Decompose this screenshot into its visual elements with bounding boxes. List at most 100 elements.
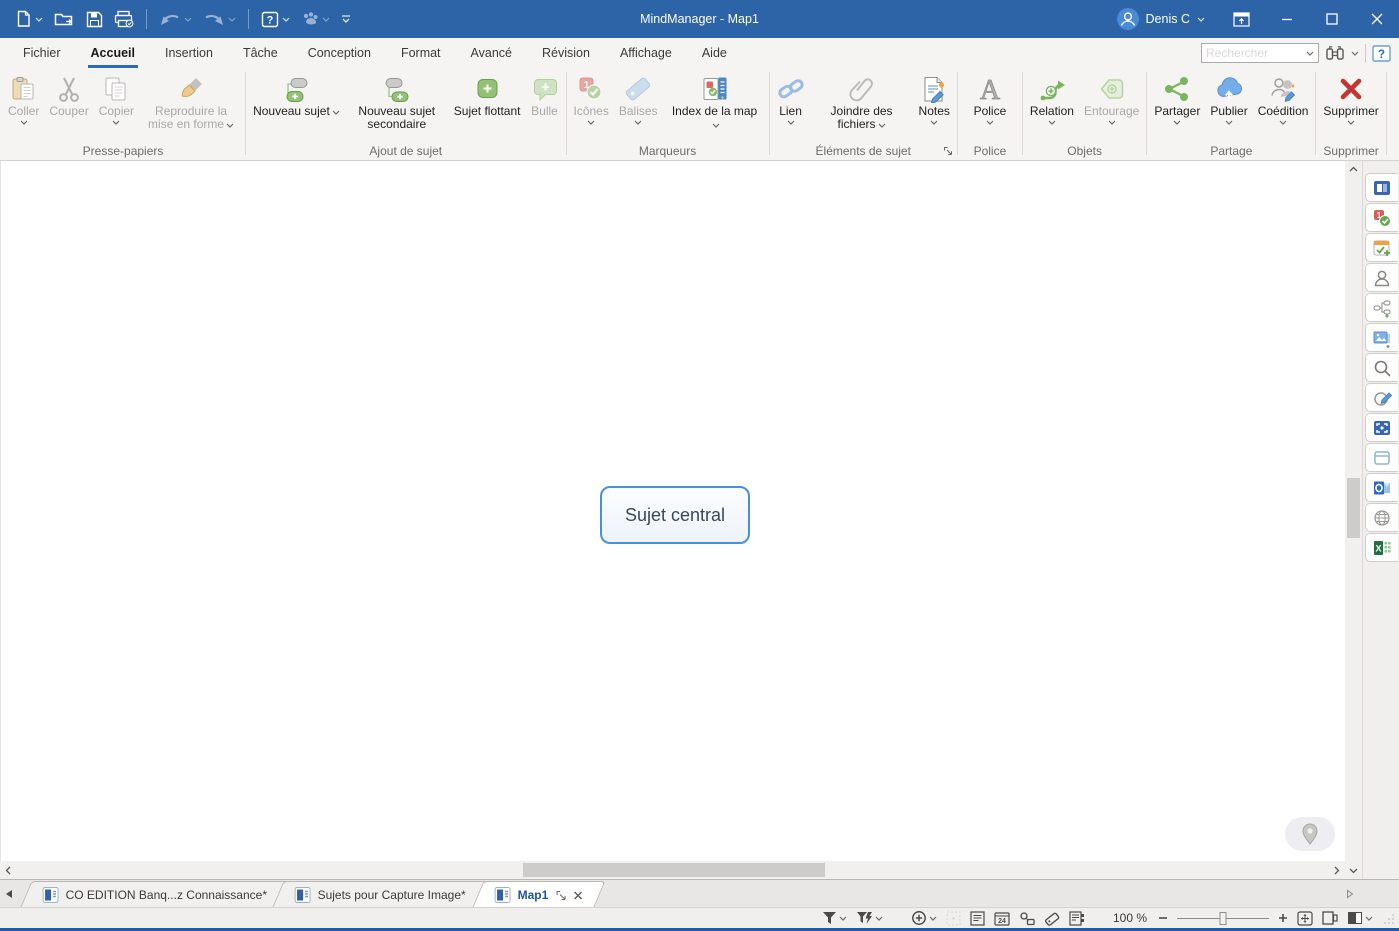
entourage-button[interactable]: Entourage (1080, 70, 1143, 143)
tab-revision[interactable]: Révision (527, 38, 605, 68)
tab-tache[interactable]: Tâche (228, 38, 293, 68)
scroll-down-icon[interactable] (1345, 863, 1362, 879)
ribbon-display-options-button[interactable] (1219, 0, 1264, 38)
coedition-button[interactable]: Coédition (1254, 70, 1313, 143)
elements-button[interactable] (1019, 911, 1035, 926)
redo-button[interactable] (198, 7, 241, 31)
excel-panel-button[interactable]: X (1365, 533, 1398, 562)
scroll-right-icon[interactable] (1329, 861, 1345, 879)
new-document-button[interactable] (10, 6, 48, 32)
supprimer-button[interactable]: Supprimer (1319, 70, 1382, 143)
web-panel-button[interactable] (1365, 503, 1398, 532)
vertical-scrollbar[interactable] (1345, 161, 1362, 879)
print-button[interactable] (109, 6, 139, 32)
library-panel-button[interactable] (1365, 323, 1398, 352)
search-dropdown-icon[interactable] (1302, 51, 1318, 56)
tab-format[interactable]: Format (386, 38, 456, 68)
resources-panel-button[interactable] (1365, 263, 1398, 292)
filter-button[interactable] (822, 911, 847, 925)
document-tab-sujets-pour-capture-image[interactable]: Sujets pour Capture Image* (273, 881, 489, 907)
minimize-button[interactable] (1264, 0, 1309, 38)
save-button[interactable] (81, 7, 108, 32)
index-status-button[interactable] (1069, 911, 1085, 926)
document-tab-co-edition-banq-z-connaissance[interactable]: CO EDITION Banq...z Connaissance* (20, 881, 289, 907)
vertical-scroll-thumb[interactable] (1347, 478, 1360, 538)
tab-scroll-right-icon[interactable] (1341, 880, 1359, 907)
circle-plus-button[interactable] (911, 910, 937, 926)
resize-grip-button[interactable] (1382, 912, 1395, 925)
police-button[interactable]: APolice (970, 70, 1011, 143)
tab-scroll-left-icon[interactable] (0, 880, 18, 907)
tag-status-button[interactable] (1044, 911, 1060, 926)
index-de-la-map-button[interactable]: Index de la map (664, 70, 766, 143)
coller-button[interactable]: Coller (4, 70, 43, 143)
outlook-panel-button[interactable] (1365, 473, 1398, 502)
horizontal-scrollbar[interactable] (0, 861, 1345, 879)
help-button[interactable]: ? (1372, 45, 1391, 62)
task-calendar-panel-button[interactable] (1365, 233, 1398, 262)
paw-button[interactable] (296, 7, 335, 31)
joindre-des-fichiers-button[interactable]: Joindre des fichiers (811, 70, 913, 143)
relation-button[interactable]: Relation (1026, 70, 1078, 143)
account-menu[interactable]: Denis C (1103, 8, 1219, 30)
help-book-button[interactable]: ? (256, 7, 295, 32)
layout-button[interactable] (1322, 911, 1338, 925)
tab-conception[interactable]: Conception (293, 38, 386, 68)
power-filter-button[interactable] (856, 911, 883, 925)
notes-lines-button[interactable] (970, 911, 985, 926)
calendar-24-button[interactable]: 24 (994, 911, 1010, 926)
scroll-up-icon[interactable] (1345, 161, 1362, 177)
sujet-flottant-button[interactable]: Sujet flottant (450, 70, 525, 143)
close-tab-button[interactable] (573, 890, 582, 899)
horizontal-scroll-thumb[interactable] (523, 863, 825, 877)
document-panel-button[interactable] (1365, 173, 1398, 202)
capture-panel-button[interactable] (1365, 413, 1398, 442)
tab-affichage[interactable]: Affichage (605, 38, 687, 68)
zoom-in-button[interactable] (1278, 913, 1288, 923)
bulle-button[interactable]: Bulle (527, 70, 563, 143)
reproduire-la-mise-en-forme-button[interactable]: Reproduire la mise en forme (140, 70, 242, 143)
nouveau-sujet-button[interactable]: Nouveau sujet (249, 70, 344, 143)
search-panel-button[interactable] (1365, 353, 1398, 382)
publier-button[interactable]: Publier (1206, 70, 1251, 143)
view-split-button[interactable] (1347, 911, 1373, 925)
search-input[interactable] (1202, 46, 1302, 60)
close-button[interactable] (1354, 0, 1399, 38)
zoom-slider-thumb[interactable] (1220, 912, 1227, 925)
search-box[interactable] (1201, 43, 1319, 63)
popout-button[interactable] (555, 889, 566, 900)
tab-fichier[interactable]: Fichier (8, 38, 76, 68)
open-folder-button[interactable] (49, 7, 80, 32)
ink-panel-button[interactable] (1365, 383, 1398, 412)
copier-button[interactable]: Copier (95, 70, 138, 143)
markers-panel-button[interactable]: 1 (1365, 203, 1398, 232)
map-parts-panel-button[interactable] (1365, 293, 1398, 322)
tab-aide[interactable]: Aide (687, 38, 742, 68)
balises-button[interactable]: Balises (615, 70, 662, 143)
lien-button[interactable]: Lien (773, 70, 809, 143)
partager-button[interactable]: Partager (1150, 70, 1204, 143)
window-panel-button[interactable] (1365, 443, 1398, 472)
document-tab-map1[interactable]: Map1 (472, 881, 605, 907)
undo-button[interactable] (154, 7, 197, 31)
advanced-search-button[interactable] (1325, 45, 1345, 61)
map-canvas[interactable]: Sujet central (0, 161, 1345, 861)
fit-map-button[interactable] (1297, 911, 1313, 926)
central-topic[interactable]: Sujet central (600, 486, 750, 544)
notes-button[interactable]: Notes (915, 70, 954, 143)
maximize-button[interactable] (1309, 0, 1354, 38)
zoom-out-button[interactable] (1158, 913, 1168, 923)
tab-avance[interactable]: Avancé (456, 38, 527, 68)
location-pin-button[interactable] (1285, 817, 1335, 851)
couper-button[interactable]: Couper (45, 70, 92, 143)
tab-accueil[interactable]: Accueil (76, 38, 150, 68)
dialog-launcher-icon[interactable] (943, 146, 953, 156)
nouveau-sujet-secondaire-button[interactable]: Nouveau sujet secondaire (346, 70, 448, 143)
scroll-left-icon[interactable] (0, 861, 16, 879)
zoom-slider[interactable] (1177, 911, 1269, 925)
search-options-chevron-icon[interactable] (1351, 51, 1359, 56)
dots-square-button[interactable] (946, 911, 961, 926)
customize-toolbar-button[interactable] (336, 10, 356, 28)
icones-button[interactable]: 1Icônes (570, 70, 613, 143)
tab-insertion[interactable]: Insertion (150, 38, 228, 68)
